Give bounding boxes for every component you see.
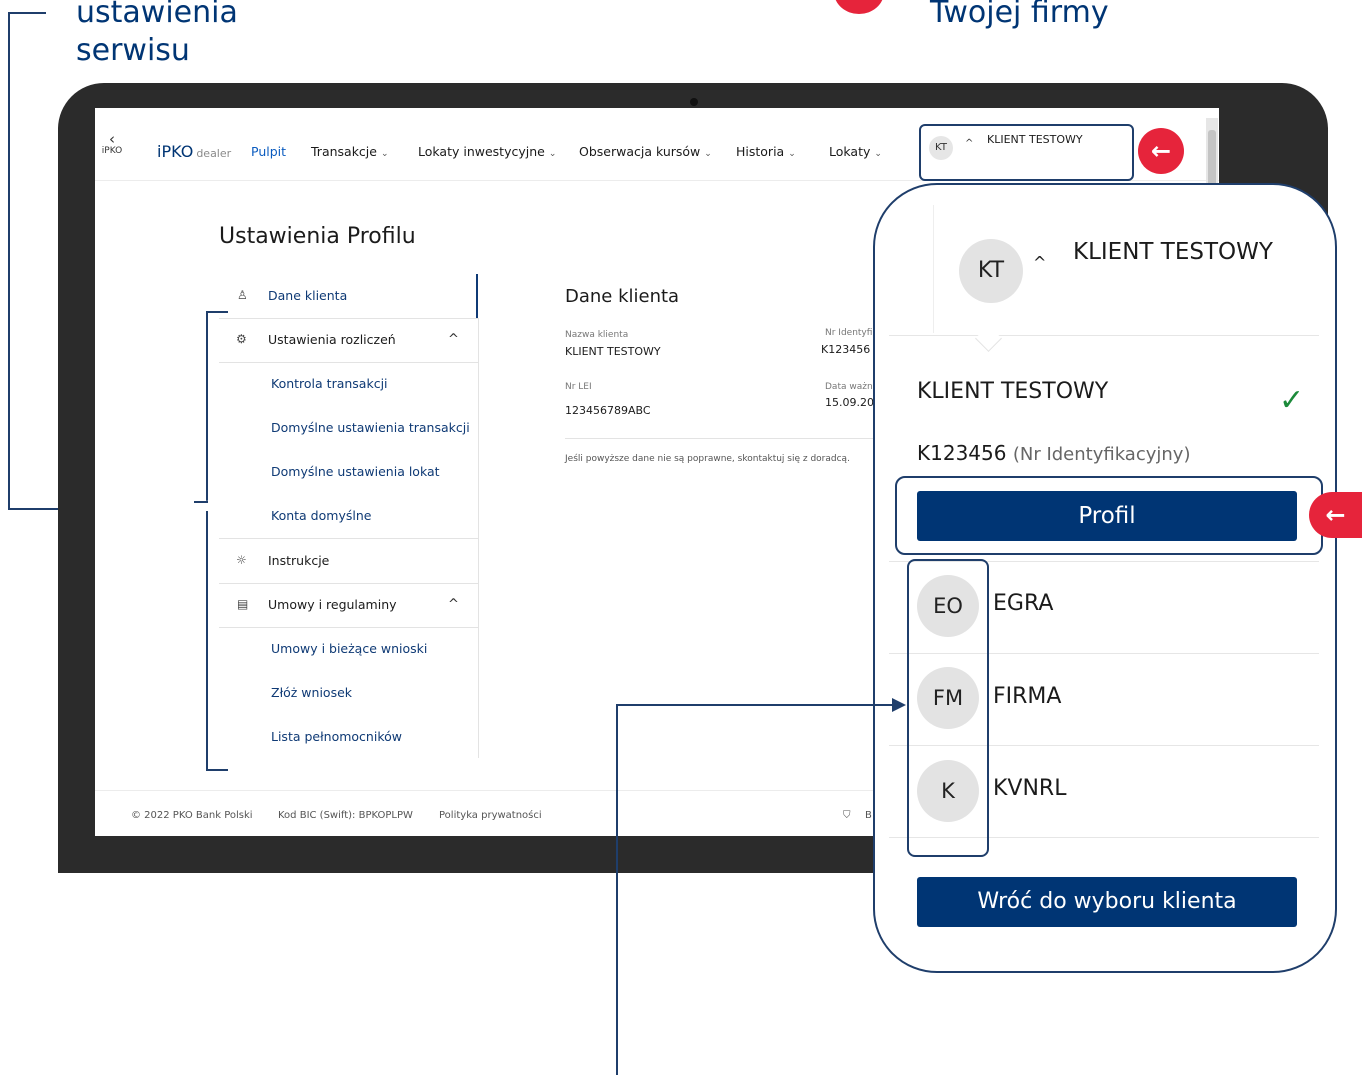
chevron-left-icon: ‹	[109, 130, 115, 148]
chevron-down-icon: ⌄	[380, 149, 389, 159]
active-indicator	[476, 274, 478, 318]
nav-item-label: Transakcje	[311, 144, 377, 159]
connector-arrowhead	[892, 698, 906, 712]
menu-item-zloz-wniosek[interactable]: Złóż wniosek	[271, 685, 352, 700]
back-label: iPKO	[101, 146, 123, 156]
shield-icon: ⛉	[843, 810, 851, 821]
nav-item-transakcje[interactable]: Transakcje ⌄	[311, 144, 389, 159]
chevron-up-icon[interactable]: ^	[448, 597, 459, 612]
menu-item-dane-klienta[interactable]: Dane klienta	[268, 288, 347, 303]
divider	[219, 318, 479, 319]
nav-item-pulpit[interactable]: Pulpit	[251, 144, 286, 159]
validity-label: Data ważn	[825, 382, 873, 392]
check-icon: ✓	[1279, 383, 1305, 418]
validity-value: 15.09.20	[825, 396, 874, 409]
nav-item-lokaty-inwestycyjne[interactable]: Lokaty inwestycyjne ⌄	[418, 144, 556, 159]
connector-line	[616, 704, 618, 1075]
back-to-client-selection-button[interactable]: Wróć do wyboru klienta	[917, 877, 1297, 927]
nav-item-label: Lokaty inwestycyjne	[418, 144, 545, 159]
menu-item-lista-pelnomocnikow[interactable]: Lista pełnomocników	[271, 729, 402, 744]
document-icon: ▤	[237, 597, 249, 611]
chevron-down-icon: ⌄	[788, 149, 796, 159]
chevron-up-icon[interactable]: ^	[448, 332, 459, 347]
connector-line	[616, 704, 894, 706]
divider	[565, 438, 885, 439]
logo[interactable]: iPKO dealer	[157, 142, 231, 161]
menu-bracket	[194, 311, 228, 771]
firm-name[interactable]: EGRA	[993, 591, 1053, 616]
selected-client-id: K123456 (Nr Identyfikacyjny)	[917, 441, 1190, 465]
divider	[219, 362, 479, 363]
lightbulb-icon: ☼	[236, 553, 247, 567]
chevron-down-icon: ⌄	[548, 149, 557, 159]
selected-client-name: KLIENT TESTOWY	[917, 379, 1109, 404]
annotation-settings-line2: serwisu	[76, 33, 190, 68]
menu-item-domyslne-ustawienia-transakcji[interactable]: Domyślne ustawienia transakcji	[271, 420, 470, 435]
arrow-left-icon: ←	[1309, 492, 1362, 538]
back-button[interactable]: ‹ iPKO	[99, 130, 125, 157]
client-id-value: K123456	[917, 441, 1007, 465]
client-id-label: Nr Identyfi	[825, 328, 873, 338]
footer-bic: Kod BIC (Swift): BPKOPLPW	[278, 810, 413, 821]
menu-item-kontrola-transakcji[interactable]: Kontrola transakcji	[271, 376, 388, 391]
chevron-down-icon: ⌄	[874, 149, 882, 159]
logo-main: iPKO	[157, 142, 194, 161]
menu-item-domyslne-ustawienia-lokat[interactable]: Domyślne ustawienia lokat	[271, 464, 440, 479]
annotation-settings-line1: ustawienia	[76, 0, 238, 30]
menu-item-instrukcje[interactable]: Instrukcje	[268, 553, 329, 568]
menu-item-umowy-i-regulaminy[interactable]: Umowy i regulaminy	[268, 597, 397, 612]
user-chip-highlight	[919, 124, 1134, 181]
menu-item-umowy-i-biezace-wnioski[interactable]: Umowy i bieżące wnioski	[271, 641, 427, 656]
connector-line	[8, 12, 46, 14]
annotation-red-dot	[834, 0, 884, 14]
arrow-left-icon: ←	[1138, 128, 1184, 174]
nav-item-label: Obserwacja kursów	[579, 144, 701, 159]
menu-item-ustawienia-rozliczen[interactable]: Ustawienia rozliczeń	[268, 332, 396, 347]
laptop-camera	[690, 98, 698, 106]
firm-name[interactable]: FIRMA	[993, 684, 1061, 709]
page-title: Ustawienia Profilu	[219, 224, 416, 249]
client-name-label: Nazwa klienta	[565, 330, 629, 340]
client-id-label: (Nr Identyfikacyjny)	[1012, 444, 1191, 465]
annotation-firm: Twojej firmy	[930, 0, 1109, 30]
footer-privacy-link[interactable]: Polityka prywatności	[439, 810, 542, 821]
details-title: Dane klienta	[565, 286, 680, 307]
nav-item-label: Historia	[736, 144, 785, 159]
user-icon: ♙	[237, 288, 248, 302]
footer-copyright: © 2022 PKO Bank Polski	[131, 810, 253, 821]
avatar[interactable]: KT	[959, 239, 1023, 303]
divider	[219, 538, 479, 539]
user-menu-name[interactable]: KLIENT TESTOWY	[1073, 239, 1273, 265]
lei-value: 123456789ABC	[565, 404, 651, 417]
nav-item-label: Pulpit	[251, 144, 287, 159]
nav-item-historia[interactable]: Historia ⌄	[736, 144, 796, 159]
divider	[219, 583, 479, 584]
gear-icon: ⚙	[236, 332, 247, 346]
divider	[889, 335, 1319, 336]
logo-sub: dealer	[196, 147, 232, 160]
chevron-down-icon: ⌄	[704, 149, 712, 159]
profile-button-highlight	[895, 476, 1323, 555]
menu-item-konta-domyslne[interactable]: Konta domyślne	[271, 508, 371, 523]
nav-item-label: Lokaty	[829, 144, 871, 159]
nav-item-obserwacja-kursow[interactable]: Obserwacja kursów ⌄	[579, 144, 712, 159]
lei-label: Nr LEI	[565, 382, 592, 392]
connector-line	[8, 12, 10, 510]
nav-item-lokaty[interactable]: Lokaty ⌄	[829, 144, 882, 159]
chevron-up-icon[interactable]: ^	[1033, 253, 1046, 272]
details-note: Jeśli powyższe dane nie są poprawne, sko…	[565, 454, 850, 464]
scrollbar-thumb[interactable]	[1208, 130, 1216, 190]
firm-name[interactable]: KVNRL	[993, 776, 1066, 801]
divider	[933, 205, 934, 333]
client-name-value: KLIENT TESTOWY	[565, 345, 661, 358]
divider	[219, 627, 479, 628]
firm-avatars-highlight	[907, 559, 989, 857]
footer-extra: B	[865, 810, 872, 821]
dropdown-pointer	[975, 325, 1002, 352]
client-id-value: K123456	[821, 343, 871, 356]
